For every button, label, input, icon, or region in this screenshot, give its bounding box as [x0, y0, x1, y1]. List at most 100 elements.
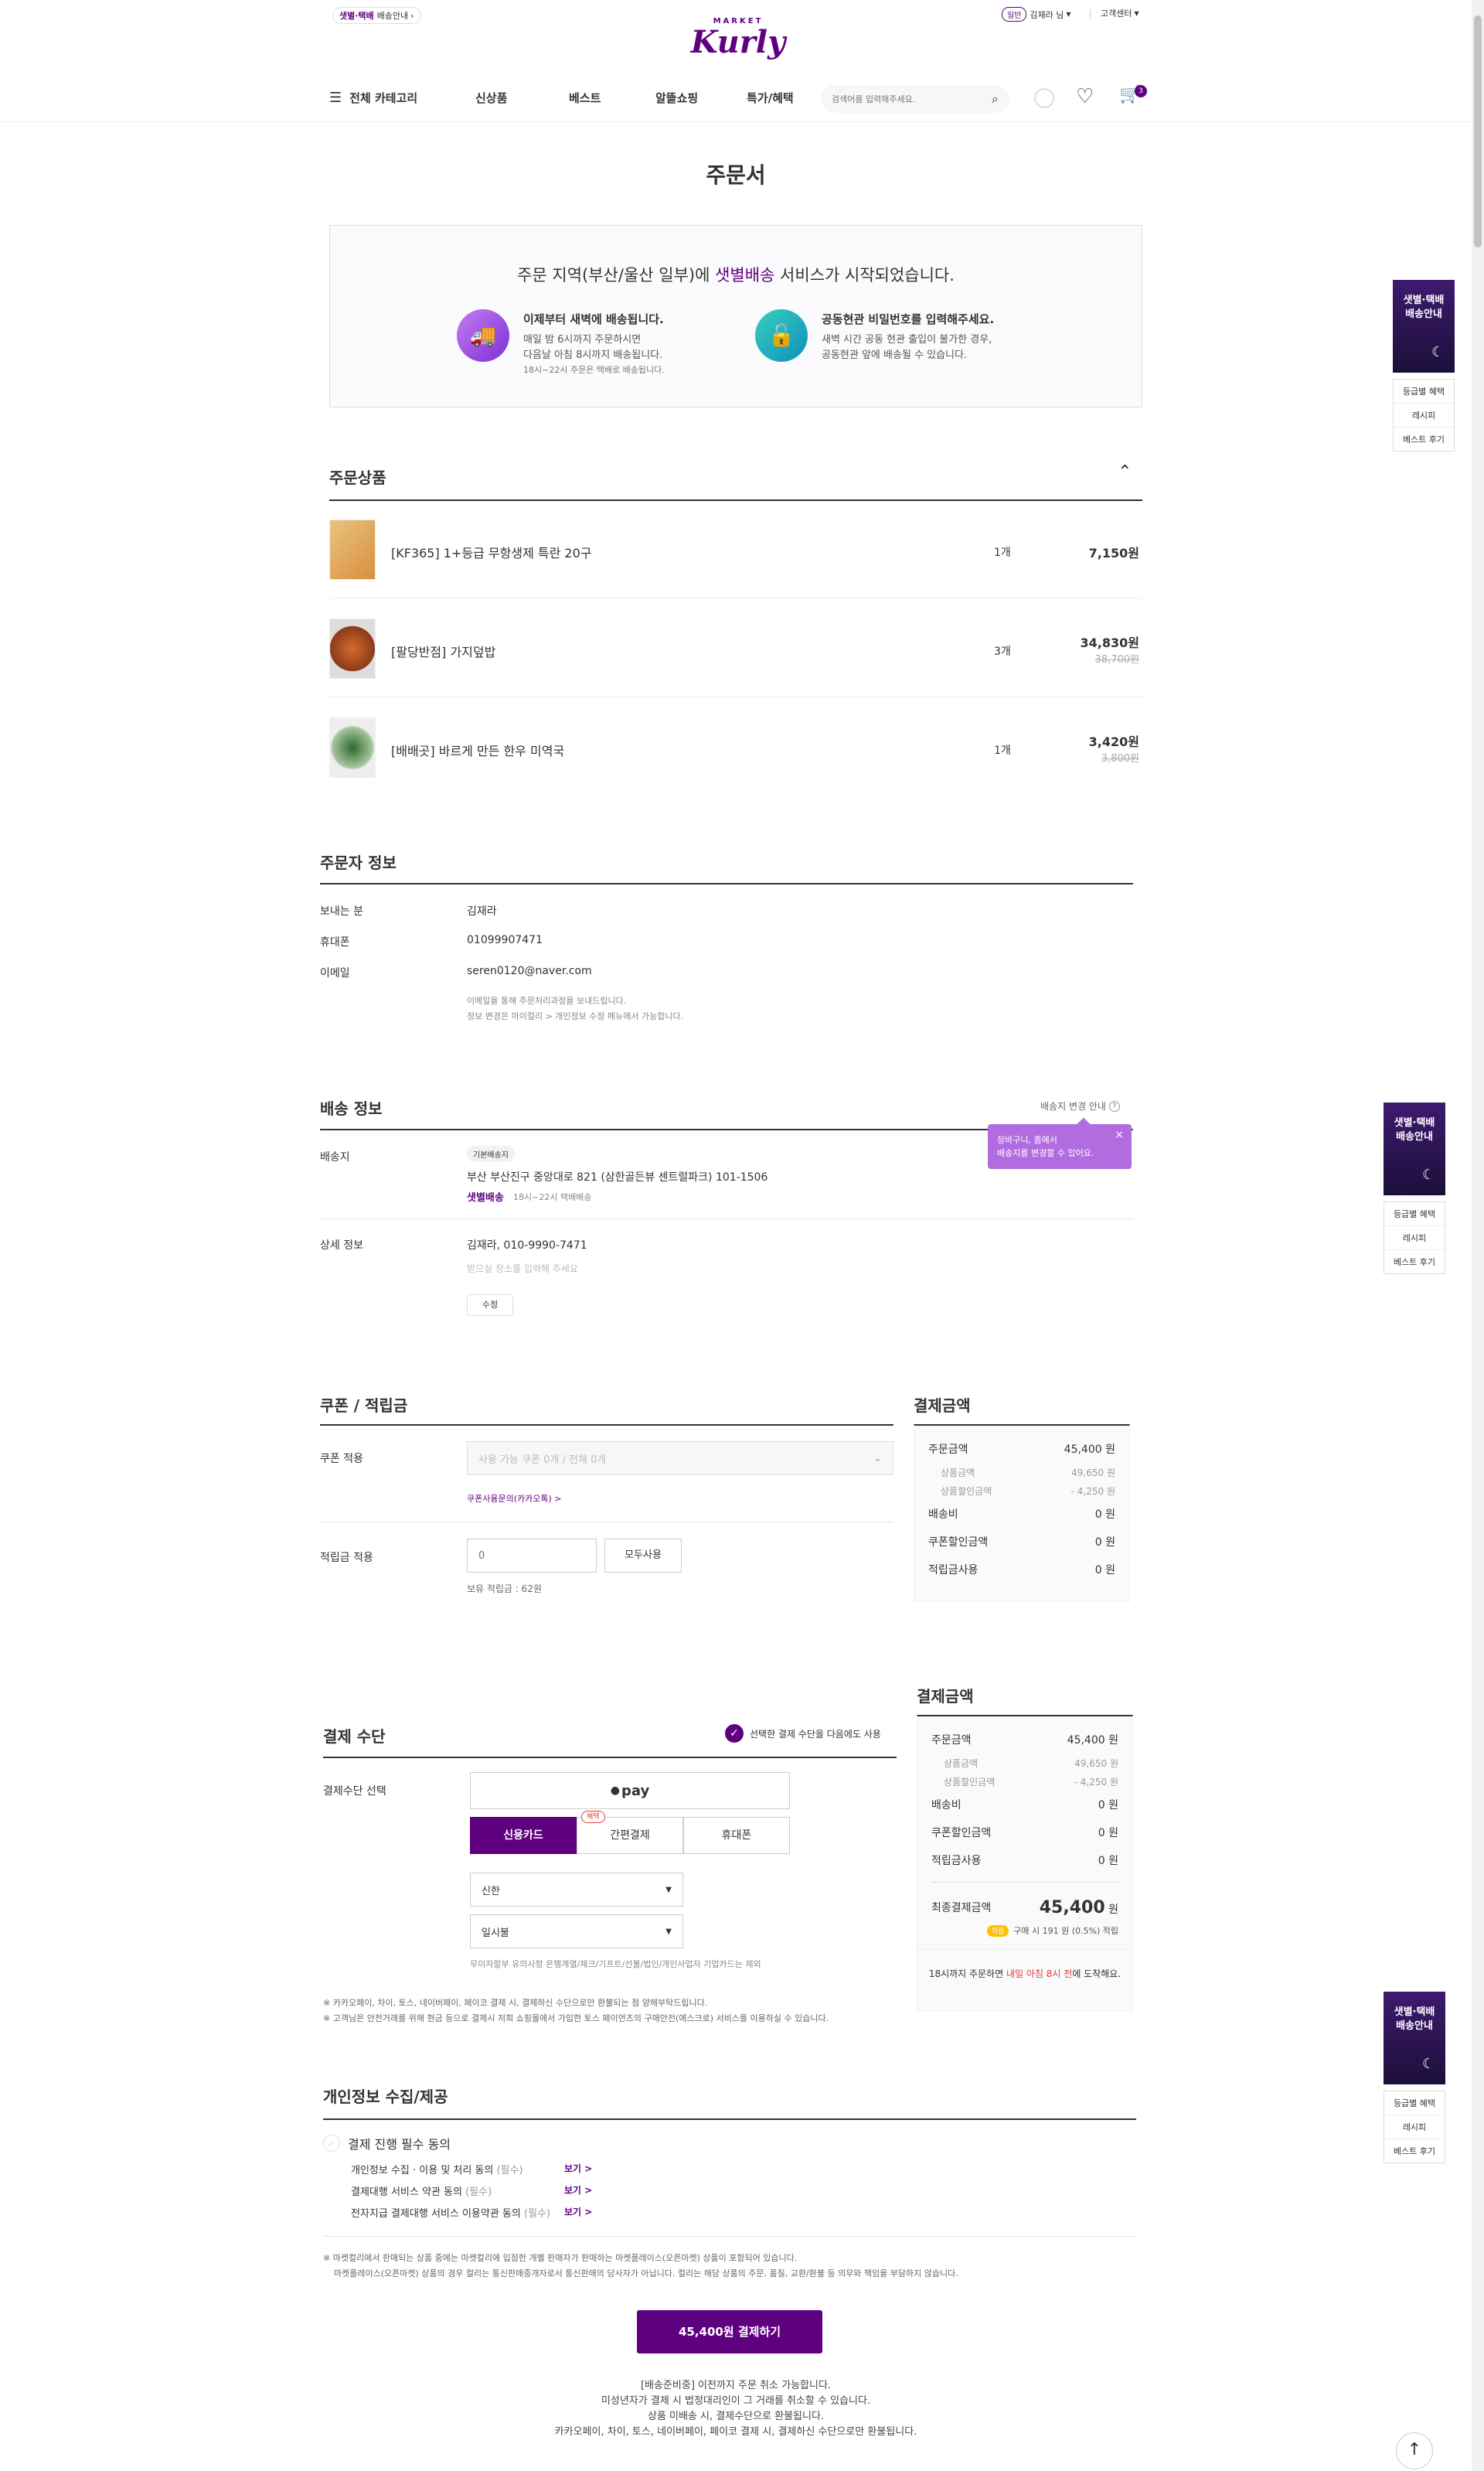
footer-line: 미성년자가 결제 시 법정대리인이 그 거래를 취소할 수 있습니다. — [601, 2395, 871, 2407]
logo[interactable]: MARKET Kurly — [688, 17, 788, 73]
summary-subrow: 상품금액 49,650 원 — [941, 1467, 1115, 1478]
final-amount-label: 최종결제금액 — [931, 1902, 992, 1914]
collapse-icon[interactable]: ⌃ — [1118, 462, 1132, 482]
search-icon[interactable]: ⌕ — [992, 91, 999, 107]
coupon-inquiry-link[interactable]: 쿠폰사용문의(카카오톡) > — [467, 1492, 562, 1505]
product-price: 34,830원 — [1080, 636, 1139, 650]
product-thumbnail — [329, 619, 376, 679]
location-icon[interactable] — [1034, 88, 1054, 108]
chevron-down-icon: ⌄ — [873, 1452, 882, 1464]
scrollbar-track[interactable] — [1472, 0, 1484, 2471]
email-note: 이메일을 통해 주문처리과정을 보내드립니다. — [467, 996, 627, 1006]
agree-all-checkbox[interactable]: ✓ 결제 진행 필수 동의 — [323, 2134, 451, 2152]
kakaopay-label: pay — [621, 1782, 650, 1799]
heart-icon[interactable]: ♡ — [1076, 85, 1094, 108]
email-label: 이메일 — [320, 967, 350, 980]
page-title: 주문서 — [706, 162, 766, 188]
customer-center-link[interactable]: 고객센터 ▼ — [1101, 7, 1139, 19]
points-input[interactable] — [467, 1539, 597, 1573]
tooltip-arrow — [1077, 1117, 1091, 1131]
address-change-guide[interactable]: 배송지 변경 안내 ? — [1040, 1099, 1120, 1113]
customer-center-label: 고객센터 — [1101, 9, 1132, 19]
delivery-guide-banner[interactable]: 샛별·택배 배송안내 ☾ — [1384, 1992, 1445, 2084]
summary-row: 적립금사용 0 원 — [931, 1855, 1118, 1867]
phone-pay-button[interactable]: 휴대폰 — [683, 1817, 790, 1854]
notice-item2-line2: 공동현관 앞에 배송될 수 있습니다. — [822, 349, 968, 361]
close-icon[interactable]: × — [1115, 1129, 1124, 1142]
summary-subrow: 상품할인금액 - 4,250 원 — [941, 1485, 1115, 1497]
summary-row: 쿠폰할인금액 0 원 — [931, 1827, 1118, 1839]
sidebar-link-reviews[interactable]: 베스트 후기 — [1384, 1250, 1445, 1273]
nav-best[interactable]: 베스트 — [569, 90, 601, 106]
view-terms-link[interactable]: 보기 > — [564, 2162, 592, 2175]
summary-title: 결제금액 — [917, 1687, 974, 1706]
delivery-guide-banner[interactable]: 샛별·택배 배송안내 ☾ — [1393, 280, 1455, 373]
divider — [320, 883, 1133, 884]
delivery-info-link[interactable]: 샛별·택배 배송안내 › — [332, 7, 421, 24]
cart-count-badge: 3 — [1135, 85, 1147, 97]
coupon-select[interactable]: 사용 가능 쿠폰 0개 / 전체 0개 ⌄ — [467, 1441, 893, 1475]
all-categories[interactable]: ☰ 전체 카테고리 — [329, 90, 417, 106]
product-original-price: 38,700원 — [1094, 654, 1139, 666]
sidebar-link-recipe[interactable]: 레시피 — [1384, 1226, 1445, 1250]
final-amount-value: 45,400 — [1039, 1897, 1105, 1917]
use-all-points-button[interactable]: 모두사용 — [604, 1539, 682, 1573]
installment-select[interactable]: 일시불 ▼ — [470, 1914, 683, 1948]
remember-payment-checkbox[interactable]: ✓ 선택한 결제 수단을 다음에도 사용 — [725, 1724, 881, 1743]
credit-card-button[interactable]: 신용카드 — [470, 1817, 577, 1854]
floating-sidebar: 샛별·택배 배송안내 ☾ 등급별 혜택 레시피 베스트 후기 — [1384, 1992, 1445, 2163]
header: 샛별·택배 배송안내 › MARKET Kurly 일반 김재라 님 ▼ 고객센… — [0, 0, 1484, 122]
footer-line: 카카오페이, 차이, 토스, 네이버페이, 페이코 결제 시, 결제하신 수단으… — [554, 2426, 917, 2438]
chevron-right-icon: › — [410, 10, 414, 21]
card-company-select[interactable]: 신한 ▼ — [470, 1873, 683, 1907]
reward-row: 적립 구매 시 191 원 (0.5%) 적립 — [917, 1924, 1132, 1937]
view-terms-link[interactable]: 보기 > — [564, 2183, 592, 2197]
view-terms-link[interactable]: 보기 > — [564, 2205, 592, 2218]
sidebar-link-grade[interactable]: 등급별 혜택 — [1384, 2091, 1445, 2115]
truck-icon: 🚚 — [457, 309, 509, 362]
orderer-title: 주문자 정보 — [320, 854, 397, 872]
benefit-badge: 혜택 — [581, 1811, 605, 1823]
delivery-badge: 샛별·택배 — [339, 11, 374, 21]
notice-item2-line1: 새벽 시간 공동 현관 출입이 불가한 경우, — [822, 334, 992, 346]
sender-label: 보내는 분 — [320, 905, 363, 918]
nav-special[interactable]: 특가/혜택 — [747, 90, 794, 106]
card-company-value: 신한 — [482, 1885, 500, 1897]
sidebar-link-recipe[interactable]: 레시피 — [1394, 404, 1454, 428]
footer-line: 상품 미배송 시, 결제수단으로 환불됩니다. — [647, 2411, 825, 2422]
payment-summary: 주문금액 45,400 원 상품금액 49,650 원 상품할인금액 - 4,250 … — [914, 1424, 1130, 1602]
nav-deal[interactable]: 알뜰쇼핑 — [655, 90, 698, 106]
place-placeholder: 받으실 장소를 입력해 주세요 — [467, 1263, 578, 1274]
grade-badge: 일반 — [1002, 7, 1027, 22]
kakaopay-button[interactable]: ● pay — [470, 1772, 790, 1809]
delivery-guide-banner[interactable]: 샛별·택배 배송안내 ☾ — [1384, 1103, 1445, 1195]
edit-button[interactable]: 수정 — [467, 1294, 513, 1316]
product-name: [배배곳] 바르게 만든 한우 미역국 — [391, 744, 565, 758]
sidebar-link-reviews[interactable]: 베스트 후기 — [1394, 428, 1454, 451]
pay-button[interactable]: 45,400원 결제하기 — [637, 2310, 822, 2353]
sidebar-link-reviews[interactable]: 베스트 후기 — [1384, 2139, 1445, 2163]
divider — [931, 1882, 1118, 1883]
nav-new[interactable]: 신상품 — [475, 90, 507, 106]
email-note: 정보 변경은 마이컬리 > 개인정보 수정 메뉴에서 가능합니다. — [467, 1011, 684, 1021]
footer-line: [배송준비중] 이전까지 주문 취소 가능합니다. — [640, 2380, 832, 2391]
sender-value: 김재라 — [467, 905, 497, 918]
scrollbar-thumb[interactable] — [1474, 15, 1482, 247]
logo-kurly: Kurly — [690, 24, 786, 60]
default-address-badge: 기본배송지 — [467, 1146, 515, 1162]
hamburger-icon: ☰ — [329, 90, 342, 106]
search-input[interactable] — [832, 94, 971, 104]
marketplace-notice: ※ 마켓컬리에서 판매되는 상품 중에는 마켓컬리에 입점한 개별 판매자가 판… — [323, 2253, 798, 2263]
sidebar-link-recipe[interactable]: 레시피 — [1384, 2115, 1445, 2139]
search-box[interactable]: ⌕ — [821, 85, 1009, 113]
all-categories-label: 전체 카테고리 — [349, 91, 418, 105]
scroll-top-button[interactable]: ↑ — [1396, 2432, 1433, 2469]
final-amount-row: 최종결제금액 45,400 원 — [917, 1890, 1132, 1924]
sidebar-link-grade[interactable]: 등급별 혜택 — [1394, 380, 1454, 404]
reward-text: 구매 시 191 원 (0.5%) 적립 — [1013, 1926, 1118, 1936]
notice-item2-title: 공동현관 비밀번호를 입력해주세요. — [822, 312, 995, 326]
sidebar-link-grade[interactable]: 등급별 혜택 — [1384, 1202, 1445, 1226]
points-label: 적립금 적용 — [320, 1552, 373, 1564]
terms-item: 전자지급 결제대행 서비스 이용약관 동의 (필수) — [351, 2208, 551, 2220]
user-menu[interactable]: 일반 김재라 님 ▼ — [1002, 7, 1071, 22]
